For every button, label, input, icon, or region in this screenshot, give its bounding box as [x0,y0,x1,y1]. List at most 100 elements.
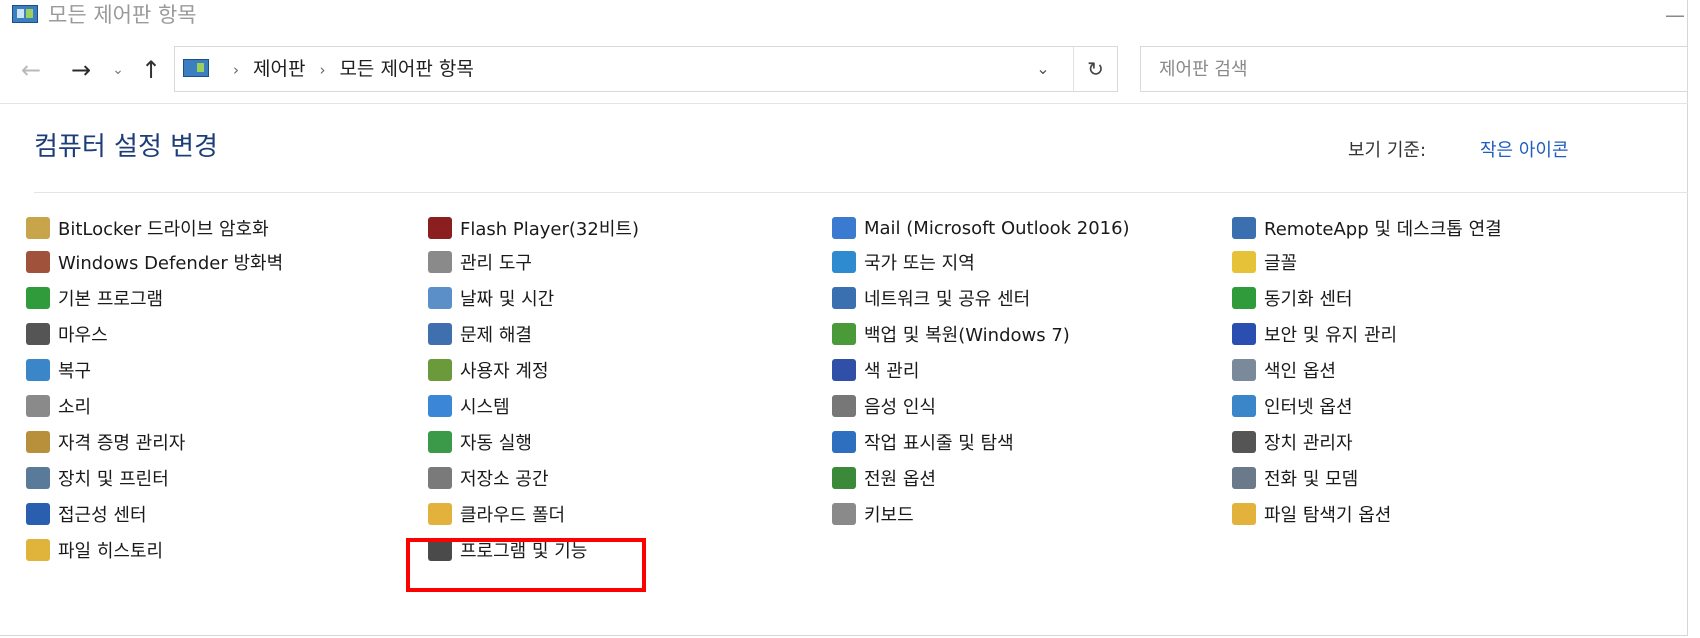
up-button[interactable]: ↑ [136,44,166,96]
item-label: 자동 실행 [460,433,532,454]
item-label: 관리 도구 [460,253,532,274]
item-label: 음성 인식 [864,397,936,418]
control-panel-item[interactable]: 키보드 [832,499,914,529]
control-panel-item[interactable]: 소리 [26,391,91,421]
control-panel-item[interactable]: 클라우드 폴더 [428,499,565,529]
control-panel-item[interactable]: 전원 옵션 [832,463,936,493]
address-dropdown-button[interactable]: ⌄ [1023,47,1063,91]
item-label: 장치 관리자 [1264,433,1353,454]
control-panel-icon [183,59,209,77]
user-accounts-icon [428,359,452,381]
item-label: 날짜 및 시간 [460,289,555,310]
control-panel-item[interactable]: 시스템 [428,391,510,421]
item-label: 동기화 센터 [1264,289,1353,310]
control-panel-item[interactable]: 음성 인식 [832,391,936,421]
control-panel-item[interactable]: 날짜 및 시간 [428,283,554,313]
control-panel-item[interactable]: 색인 옵션 [1232,355,1336,385]
item-label: 전화 및 모뎀 [1264,469,1359,490]
control-panel-item[interactable]: 작업 표시줄 및 탐색 [832,427,1014,457]
programs-features-icon [428,539,452,561]
item-label: 자격 증명 관리자 [58,433,186,454]
item-label: 소리 [58,397,92,418]
ease-of-access-icon [26,503,50,525]
control-panel-item[interactable]: RemoteApp 및 데스크톱 연결 [1232,213,1502,243]
breadcrumb-separator: › [233,61,239,79]
device-manager-icon [1232,431,1256,453]
title-bar: 모든 제어판 항목 — [0,0,1700,34]
mail-icon [832,217,856,239]
control-panel-item[interactable]: 접근성 센터 [26,499,147,529]
network-sharing-icon [832,287,856,309]
control-panel-item[interactable]: 관리 도구 [428,247,532,277]
control-panel-item[interactable]: 색 관리 [832,355,919,385]
control-panel-item[interactable]: 프로그램 및 기능 [428,535,587,565]
item-label: 마우스 [58,325,108,346]
control-panel-item[interactable]: 파일 탐색기 옵션 [1232,499,1391,529]
control-panel-item[interactable]: 문제 해결 [428,319,532,349]
item-label: 저장소 공간 [460,469,549,490]
control-panel-item[interactable]: 인터넷 옵션 [1232,391,1353,421]
control-panel-item[interactable]: 글꼴 [1232,247,1297,277]
control-panel-item[interactable]: 자동 실행 [428,427,532,457]
control-panel-item[interactable]: 네트워크 및 공유 센터 [832,283,1030,313]
item-label: 전원 옵션 [864,469,936,490]
control-panel-icon [12,5,38,23]
work-folders-icon [428,503,452,525]
devices-printers-icon [26,467,50,489]
address-bar[interactable]: › 제어판 › 모든 제어판 항목 ⌄ ↻ [174,46,1118,92]
credential-manager-icon [26,431,50,453]
item-label: 접근성 센터 [58,505,147,526]
keyboard-icon [832,503,856,525]
flash-player-icon [428,217,452,239]
item-label: 프로그램 및 기능 [460,541,588,562]
search-input[interactable] [1140,46,1688,92]
window-title: 모든 제어판 항목 [48,3,197,27]
item-label: 글꼴 [1264,253,1298,274]
control-panel-item[interactable]: 장치 관리자 [1232,427,1353,457]
control-panel-item[interactable]: 자격 증명 관리자 [26,427,185,457]
item-label: BitLocker 드라이브 암호화 [58,219,269,240]
control-panel-item[interactable]: 복구 [26,355,91,385]
forward-button[interactable]: → [66,44,96,96]
troubleshooting-icon [428,323,452,345]
region-icon [832,251,856,273]
control-panel-item[interactable]: 동기화 센터 [1232,283,1353,313]
item-label: 사용자 계정 [460,361,549,382]
control-panel-item[interactable]: Flash Player(32비트) [428,213,639,243]
minimize-button[interactable]: — [1660,2,1690,28]
control-panel-item[interactable]: Windows Defender 방화벽 [26,247,283,277]
divider [0,103,1688,104]
mouse-icon [26,323,50,345]
item-label: 복구 [58,361,92,382]
control-panel-item[interactable]: 국가 또는 지역 [832,247,975,277]
internet-options-icon [1232,395,1256,417]
item-label: Windows Defender 방화벽 [58,253,284,274]
control-panel-item[interactable]: 장치 및 프린터 [26,463,169,493]
control-panel-item[interactable]: 기본 프로그램 [26,283,163,313]
breadcrumb-control-panel[interactable]: 제어판 [253,58,305,80]
control-panel-item[interactable]: 저장소 공간 [428,463,549,493]
item-label: 보안 및 유지 관리 [1264,325,1398,346]
control-panel-item[interactable]: 백업 및 복원(Windows 7) [832,319,1070,349]
control-panel-item[interactable]: 사용자 계정 [428,355,549,385]
item-label: 색 관리 [864,361,920,382]
sound-icon [26,395,50,417]
view-by-dropdown[interactable]: 작은 아이콘 [1480,138,1569,164]
item-label: 네트워크 및 공유 센터 [864,289,1031,310]
item-label: 파일 탐색기 옵션 [1264,505,1392,526]
system-icon [428,395,452,417]
control-panel-item[interactable]: 파일 히스토리 [26,535,163,565]
control-panel-item[interactable]: BitLocker 드라이브 암호화 [26,213,269,243]
control-panel-item[interactable]: 전화 및 모뎀 [1232,463,1358,493]
recent-locations-button[interactable]: ⌄ [106,44,130,96]
control-panel-item[interactable]: 보안 및 유지 관리 [1232,319,1397,349]
back-button[interactable]: ← [16,44,46,96]
backup-restore-icon [832,323,856,345]
control-panel-item[interactable]: 마우스 [26,319,108,349]
sync-center-icon [1232,287,1256,309]
control-panel-item[interactable]: Mail (Microsoft Outlook 2016) [832,213,1130,243]
refresh-button[interactable]: ↻ [1073,47,1117,91]
file-history-icon [26,539,50,561]
breadcrumb-all-items[interactable]: 모든 제어판 항목 [339,58,473,80]
storage-spaces-icon [428,467,452,489]
